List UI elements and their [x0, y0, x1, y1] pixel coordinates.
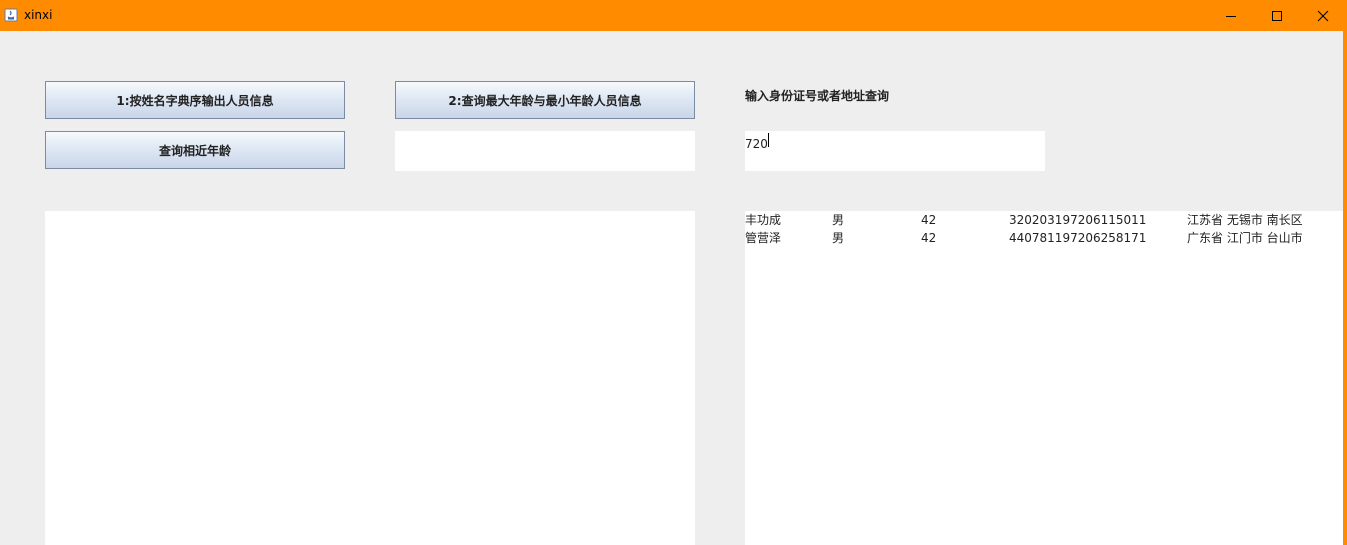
max-min-age-button[interactable]: 2:查询最大年龄与最小年龄人员信息	[395, 81, 695, 119]
result-address: 广东省 江门市 台山市	[1187, 231, 1303, 245]
query-label: 输入身份证号或者地址查询	[745, 89, 890, 103]
result-row: 丰功成 男 42 320203197206115011 江苏省 无锡市 南长区	[745, 211, 1343, 229]
close-icon	[1317, 10, 1329, 21]
query-result-area[interactable]: 丰功成 男 42 320203197206115011 江苏省 无锡市 南长区 …	[745, 211, 1343, 545]
result-id: 320203197206115011	[1009, 213, 1147, 227]
minimize-button[interactable]	[1208, 0, 1254, 31]
app-window: xinxi 1:按姓名字典序输出人员信息 2:查询最大年龄与最小年龄人员信息 查…	[0, 0, 1347, 545]
age-input[interactable]	[395, 131, 695, 171]
result-sex: 男	[832, 231, 845, 245]
result-row: 管营泽 男 42 440781197206258171 广东省 江门市 台山市	[745, 229, 1343, 247]
text-caret	[767, 133, 769, 147]
close-button[interactable]	[1300, 0, 1346, 31]
result-id: 440781197206258171	[1009, 231, 1147, 245]
maximize-button[interactable]	[1254, 0, 1300, 31]
output-text-area[interactable]	[45, 211, 695, 545]
title-bar[interactable]: xinxi	[0, 0, 1347, 31]
result-name: 丰功成	[745, 213, 782, 227]
result-sex: 男	[832, 213, 845, 227]
java-app-icon	[4, 8, 18, 22]
window-title: xinxi	[24, 8, 53, 22]
near-age-button[interactable]: 查询相近年龄	[45, 131, 345, 169]
id-or-address-input[interactable]: 720	[745, 131, 1045, 171]
maximize-icon	[1272, 10, 1282, 21]
sort-by-name-button[interactable]: 1:按姓名字典序输出人员信息	[45, 81, 345, 119]
query-input-value: 720	[745, 137, 768, 151]
result-age: 42	[921, 213, 937, 227]
result-age: 42	[921, 231, 937, 245]
result-address: 江苏省 无锡市 南长区	[1187, 213, 1303, 227]
window-border	[1343, 31, 1347, 545]
minimize-icon	[1226, 15, 1236, 17]
result-name: 管营泽	[745, 231, 782, 245]
